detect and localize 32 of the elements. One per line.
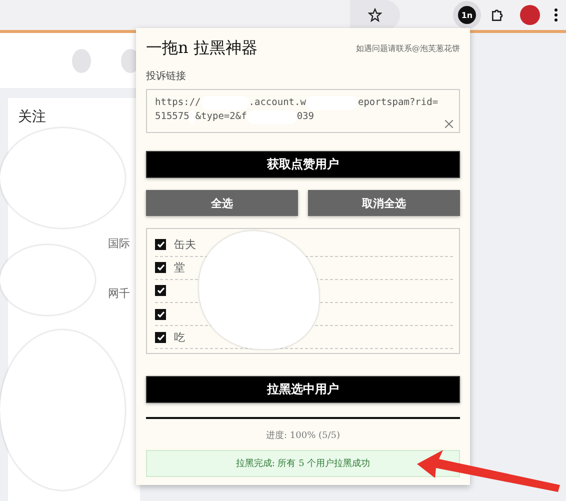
user-name: 吃: [174, 330, 185, 345]
status-message: 拉黑完成: 所有 5 个用户拉黑成功: [146, 450, 460, 478]
text-fragment: 国际: [107, 236, 130, 252]
text-fragment: 网千: [107, 286, 130, 302]
user-name: 缶夫: [174, 236, 196, 252]
link-text: &type=2&f: [195, 110, 247, 124]
avatar[interactable]: [520, 5, 540, 25]
link-text: 515575: [155, 110, 190, 124]
star-icon[interactable]: [368, 8, 382, 22]
section-heading: 关注: [18, 108, 46, 126]
checkbox[interactable]: [155, 238, 166, 250]
select-all-button[interactable]: 全选: [146, 190, 298, 216]
link-text: https://: [155, 96, 201, 110]
block-button[interactable]: 拉黑选中用户: [146, 376, 460, 404]
extension-icon[interactable]: 1n: [458, 6, 476, 24]
deselect-all-button[interactable]: 取消全选: [308, 190, 460, 216]
progress-text: 进度: 100% (5/5): [265, 430, 341, 442]
checkbox[interactable]: [155, 262, 166, 274]
link-text: eportspam?rid=: [358, 96, 438, 110]
checkbox[interactable]: [155, 285, 166, 296]
more-icon[interactable]: [554, 8, 558, 22]
checkbox[interactable]: [155, 332, 166, 343]
clear-icon[interactable]: [445, 120, 453, 128]
popup-title: 一拖n 拉黑神器: [146, 38, 258, 59]
user-name: 堂: [174, 260, 185, 276]
checkbox[interactable]: [155, 308, 166, 320]
fetch-button[interactable]: 获取点赞用户: [146, 151, 460, 178]
link-text: 039: [296, 110, 314, 124]
contact-note: 如遇问题请联系@泡芙葱花饼: [356, 43, 460, 54]
field-label: 投诉链接: [146, 70, 187, 83]
link-field[interactable]: https:// .account.w eportspam?rid= 515575 &type=2&f 039: [146, 89, 460, 134]
link-text: .account.w: [248, 96, 306, 110]
